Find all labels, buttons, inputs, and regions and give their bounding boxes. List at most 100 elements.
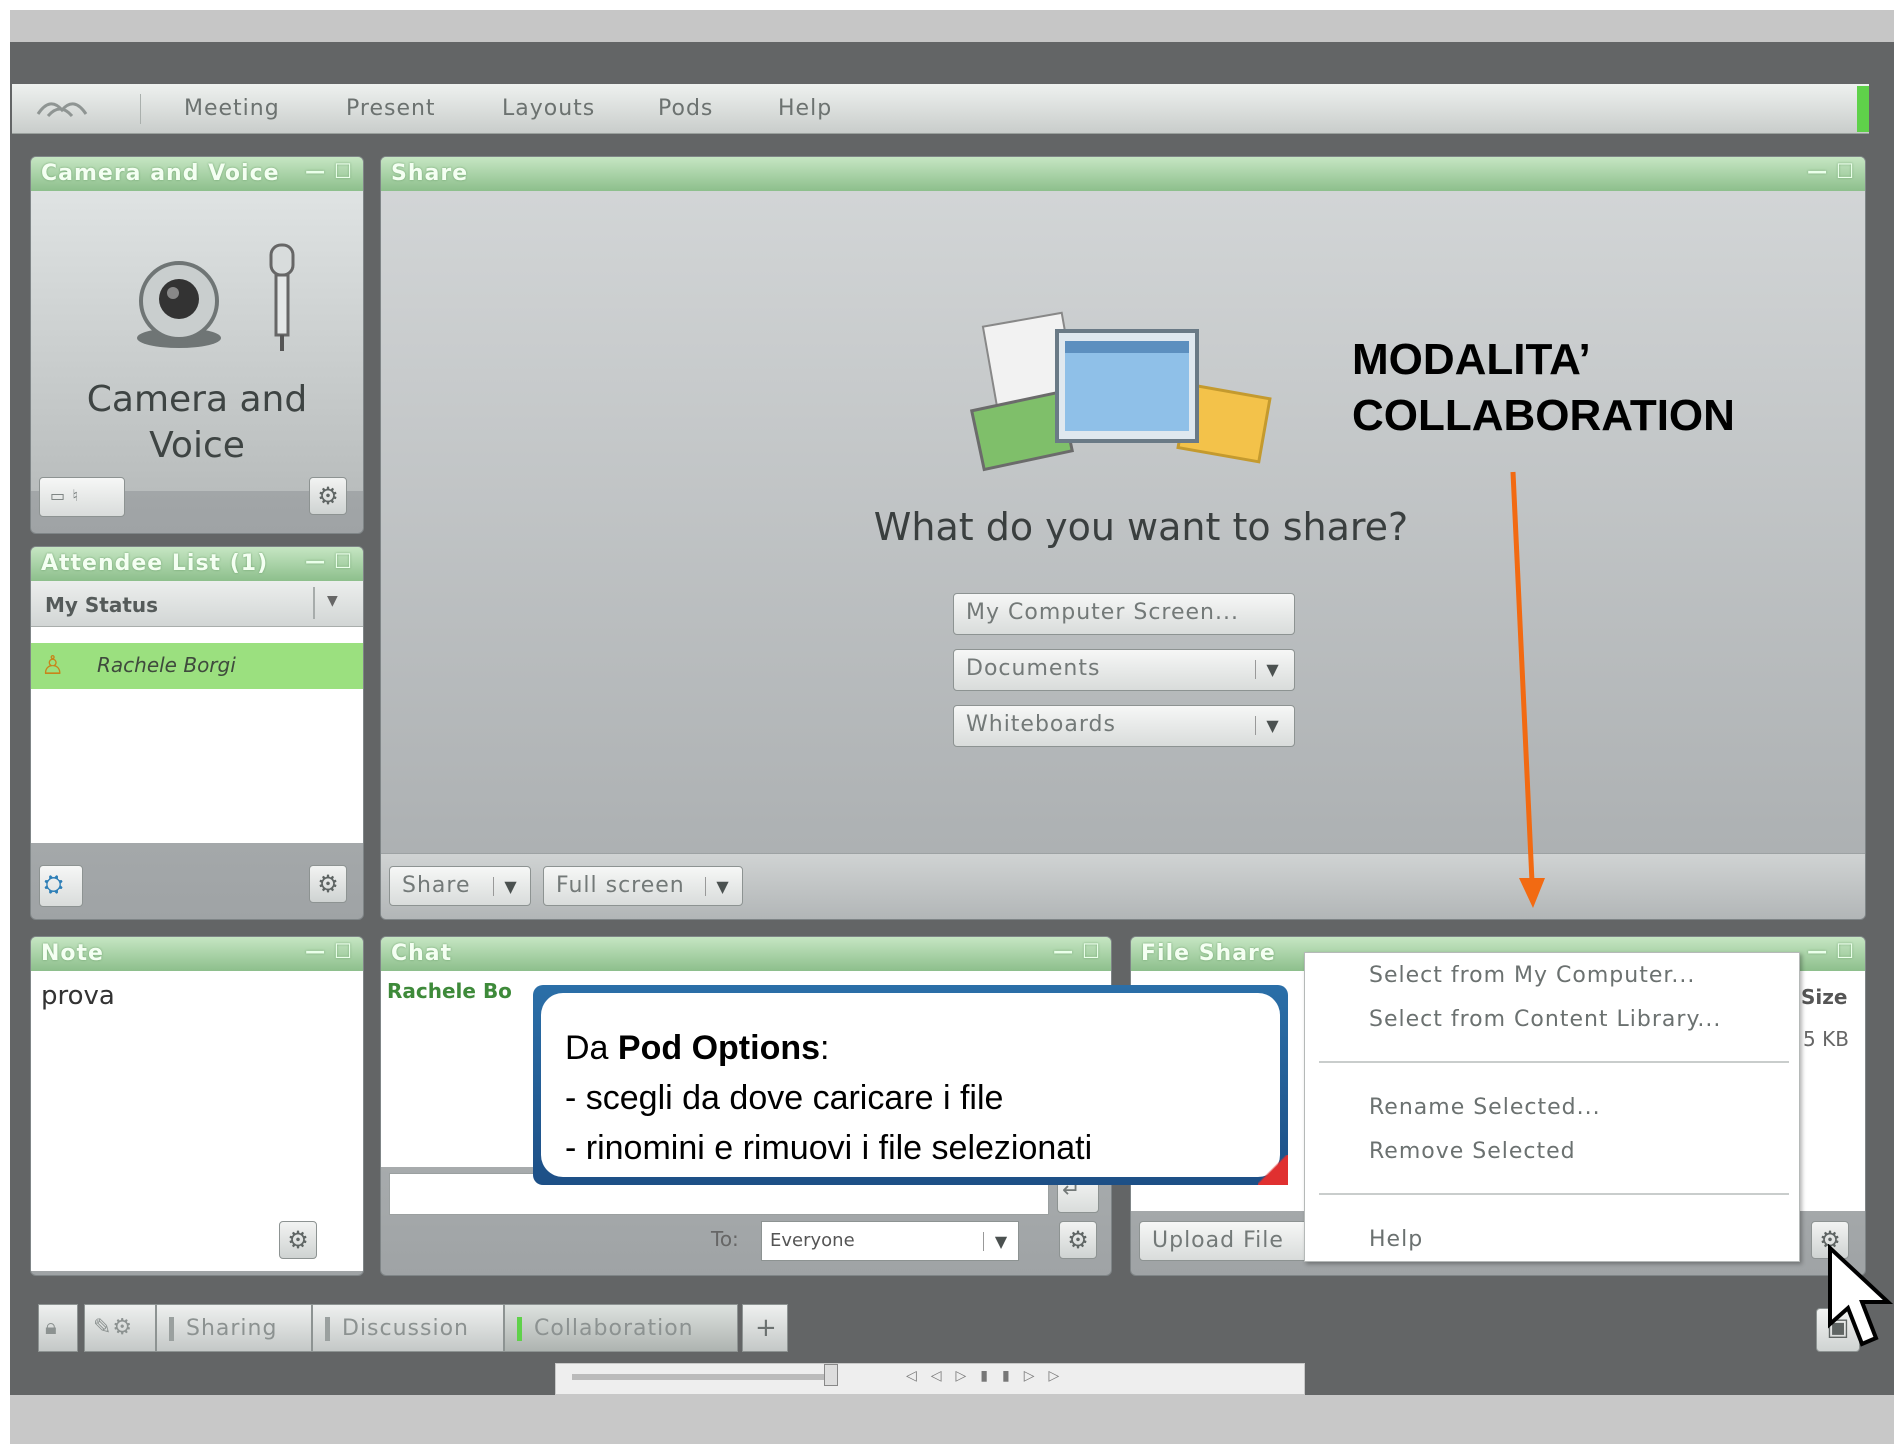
full-screen-button[interactable]: Full screen ▼ xyxy=(543,866,743,906)
upload-file-button[interactable]: Upload File xyxy=(1139,1221,1319,1261)
menu-layouts[interactable]: Layouts xyxy=(502,96,595,121)
playback-buttons-icon[interactable]: ◁◁▷▮▮▷▷ xyxy=(906,1368,1266,1392)
tab-sharing-label: Sharing xyxy=(186,1316,278,1341)
scrubber-handle-icon[interactable] xyxy=(824,1364,838,1386)
pod-window-controls-icon[interactable]: — ☐ xyxy=(1807,939,1855,963)
camera-pod-title: Camera and Voice xyxy=(41,161,280,186)
webcam-microphone-icon xyxy=(137,243,295,351)
whiteboards-label: Whiteboards xyxy=(966,712,1116,737)
pod-window-controls-icon[interactable]: — ☐ xyxy=(1807,159,1855,183)
share-prompt: What do you want to share? xyxy=(873,505,1409,549)
instruction-callout: Da Pod Options: - scegli da dove caricar… xyxy=(533,985,1288,1185)
pod-window-controls-icon[interactable]: — ☐ xyxy=(305,939,353,963)
callout-line-3: - rinomini e rimuovi i file selezionati xyxy=(565,1129,1093,1167)
tab-indicator xyxy=(169,1317,174,1341)
playback-scrubber[interactable] xyxy=(572,1374,832,1380)
documents-label: Documents xyxy=(966,656,1101,681)
host-user-icon: ♙ xyxy=(41,651,65,681)
attendee-list-pod: Attendee List (1) — ☐ My Status ▼ ♙ Rache… xyxy=(30,546,364,920)
chat-pod-title: Chat xyxy=(391,941,453,966)
connection-status-indicator xyxy=(1857,86,1869,132)
share-pod: Share — ☐ What do you want to share? My C… xyxy=(380,156,1866,920)
lock-layout-icon[interactable]: 🔒︎ xyxy=(38,1304,78,1352)
share-my-computer-screen-button[interactable]: My Computer Screen... xyxy=(953,593,1295,635)
chevron-down-icon: ▼ xyxy=(1255,660,1290,679)
divider xyxy=(313,587,315,619)
menu-help[interactable]: Help xyxy=(778,96,832,121)
chevron-down-icon: ▼ xyxy=(983,1232,1018,1251)
menu-separator xyxy=(1319,1193,1789,1195)
menu-item-select-from-computer[interactable]: Select from My Computer... xyxy=(1369,963,1695,988)
chat-pod-options-gear-icon[interactable]: ⚙ xyxy=(1059,1221,1097,1259)
callout-prefix: Da xyxy=(565,1029,618,1067)
share-whiteboards-dropdown[interactable]: Whiteboards ▼ xyxy=(953,705,1295,747)
invite-participants-icon[interactable]: ⛭ xyxy=(39,865,83,907)
menu-pods[interactable]: Pods xyxy=(658,96,713,121)
tab-sharing[interactable]: Sharing xyxy=(156,1304,312,1352)
layout-tab-bar: 🔒︎ ✎⚙ Sharing Discussion Collaboration +… xyxy=(12,1296,1882,1362)
slide-top-band xyxy=(10,10,1894,42)
share-pod-title: Share xyxy=(391,161,469,186)
menu-item-help[interactable]: Help xyxy=(1369,1227,1423,1252)
menu-meeting[interactable]: Meeting xyxy=(184,96,280,121)
list-item[interactable]: ♙ Rachele Borgi xyxy=(31,643,363,689)
camera-placeholder-text: Camera and Voice xyxy=(86,379,308,466)
share-button-label: Share xyxy=(402,873,471,898)
menu-separator xyxy=(1319,1061,1789,1063)
annotation-title-line-1: MODALITA’ xyxy=(1352,335,1591,384)
chevron-down-icon: ▼ xyxy=(705,877,740,896)
callout-line-2: - scegli da dove caricare i file xyxy=(565,1079,1004,1117)
annotation-arrow-icon xyxy=(1510,471,1545,908)
share-documents-dropdown[interactable]: Documents ▼ xyxy=(953,649,1295,691)
menu-present[interactable]: Present xyxy=(346,96,436,121)
menu-item-select-from-content-library[interactable]: Select from Content Library... xyxy=(1369,1007,1721,1032)
attendee-pod-options-gear-icon[interactable]: ⚙ xyxy=(309,865,347,903)
pod-title: Attendee List (1) — ☐ xyxy=(31,547,363,581)
status-dropdown-chevron-icon[interactable]: ▼ xyxy=(327,593,338,609)
attendee-pod-title: Attendee List (1) xyxy=(41,551,269,576)
tab-collaboration-label: Collaboration xyxy=(534,1316,694,1341)
my-status-label: My Status xyxy=(45,593,159,617)
file-share-pod-title: File Share xyxy=(1141,941,1276,966)
callout-bold: Pod Options xyxy=(617,1029,821,1067)
annotation-title-line-2: COLLABORATION xyxy=(1352,391,1735,440)
column-header-size[interactable]: Size xyxy=(1801,985,1847,1009)
tab-discussion[interactable]: Discussion xyxy=(312,1304,504,1352)
pod-window-controls-icon[interactable]: — ☐ xyxy=(1053,939,1101,963)
my-status-bar[interactable]: My Status ▼ xyxy=(31,581,363,627)
pod-window-controls-icon[interactable]: — ☐ xyxy=(305,549,353,573)
note-content: prova xyxy=(41,981,115,1011)
menu-item-rename-selected[interactable]: Rename Selected... xyxy=(1369,1095,1601,1120)
full-screen-label: Full screen xyxy=(556,873,685,898)
share-menu-button[interactable]: Share ▼ xyxy=(389,866,531,906)
pod-options-context-menu: Select from My Computer... Select from C… xyxy=(1304,952,1800,1262)
file-size: 5 KB xyxy=(1803,1027,1849,1051)
annotation-title: MODALITA’ COLLABORATION xyxy=(1352,332,1792,444)
pod-window-controls-icon[interactable]: — ☐ xyxy=(305,159,353,183)
tab-discussion-label: Discussion xyxy=(342,1316,469,1341)
pod-title: Note — ☐ xyxy=(31,937,363,971)
add-layout-icon[interactable]: + xyxy=(742,1304,788,1352)
callout-body: Da Pod Options: - scegli da dove caricar… xyxy=(541,993,1280,1177)
callout-suffix: : xyxy=(820,1029,830,1067)
chevron-down-icon: ▼ xyxy=(1255,716,1290,735)
menu-item-remove-selected[interactable]: Remove Selected xyxy=(1369,1139,1576,1164)
tab-indicator xyxy=(325,1317,330,1341)
note-pod-options-gear-icon[interactable]: ⚙ xyxy=(279,1221,317,1259)
share-content-illustration-icon xyxy=(969,311,1272,472)
layout-tools-icon[interactable]: ✎⚙ xyxy=(84,1304,156,1352)
tab-collaboration[interactable]: Collaboration xyxy=(504,1304,738,1352)
chat-recipient-select[interactable]: Everyone ▼ xyxy=(761,1221,1019,1261)
playback-control-bar: ◁◁▷▮▮▷▷ xyxy=(555,1363,1305,1395)
tab-indicator-active xyxy=(517,1317,522,1341)
camera-voice-button[interactable]: ▭ ♮ xyxy=(39,477,125,517)
menu-bar: Meeting Present Layouts Pods Help xyxy=(12,84,1869,134)
slide-bottom-band xyxy=(10,1395,1894,1444)
attendee-name: Rachele Borgi xyxy=(97,653,236,677)
camera-pod-options-gear-icon[interactable]: ⚙ xyxy=(309,477,347,515)
pod-title: Chat — ☐ xyxy=(381,937,1111,971)
connect-logo-icon xyxy=(30,94,141,124)
chat-recipient-value: Everyone xyxy=(770,1230,855,1251)
mouse-cursor-icon xyxy=(1828,1244,1894,1347)
share-pod-footer: Share ▼ Full screen ▼ xyxy=(381,853,1865,919)
